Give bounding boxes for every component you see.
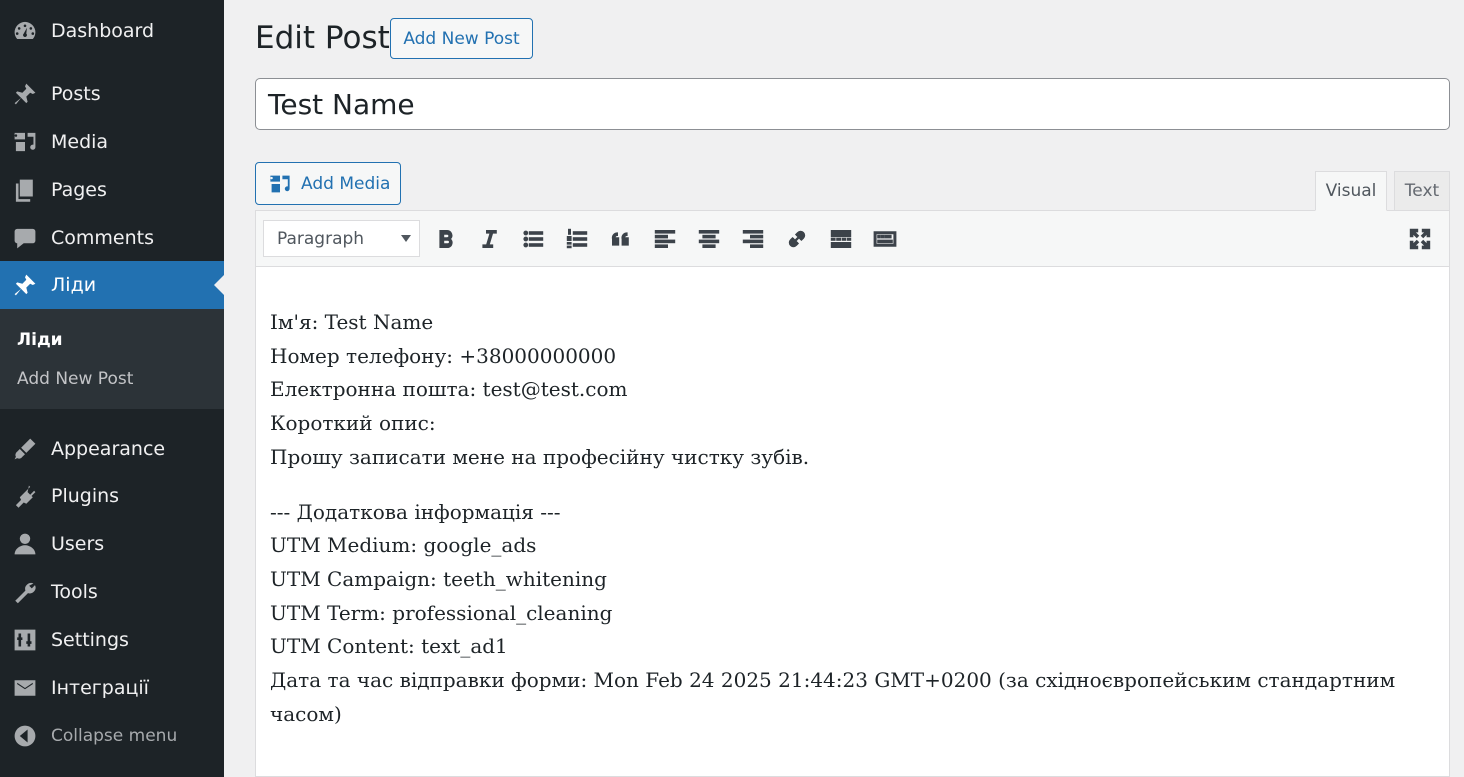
submenu-item-leads[interactable]: Ліди — [17, 330, 63, 350]
sidebar-item-label: Comments — [51, 227, 154, 249]
italic-button[interactable] — [473, 223, 505, 255]
read-more-button[interactable] — [825, 223, 857, 255]
sidebar-item-comments[interactable]: Comments — [0, 214, 224, 262]
tab-text[interactable]: Text — [1394, 171, 1450, 211]
insert-link-button[interactable] — [781, 223, 813, 255]
sidebar-item-plugins[interactable]: Plugins — [0, 472, 224, 520]
brush-icon — [12, 436, 38, 462]
chevron-down-icon — [401, 235, 411, 242]
content-paragraph-utm: --- Додаткова інформація --- UTM Medium:… — [270, 496, 1430, 732]
content-line: Номер телефону: +38000000000 — [270, 343, 617, 368]
sidebar-item-label: Posts — [51, 83, 101, 105]
sidebar-item-tools[interactable]: Tools — [0, 568, 224, 616]
sidebar-item-label: Ліди — [51, 274, 97, 296]
content-line: UTM Term: professional_cleaning — [270, 600, 613, 625]
add-new-post-button[interactable]: Add New Post — [390, 18, 533, 59]
content-line: Ім'я: Test Name — [270, 310, 434, 334]
email-icon — [12, 675, 38, 701]
tab-visual[interactable]: Visual — [1315, 171, 1387, 211]
content-line: Дата та час відправки форми: Mon Feb 24 … — [270, 668, 1396, 693]
media-icon — [12, 129, 38, 155]
align-right-button[interactable] — [737, 223, 769, 255]
align-center-button[interactable] — [693, 223, 725, 255]
settings-icon — [12, 627, 38, 653]
editor-container: Paragraph Ім'я: Test Name Номер телефону… — [255, 210, 1450, 777]
add-media-label: Add Media — [301, 173, 391, 194]
submenu-item-add-new-post[interactable]: Add New Post — [17, 369, 133, 389]
bold-icon — [439, 230, 453, 248]
content-line: часом) — [270, 701, 342, 726]
sidebar-item-label: Users — [51, 533, 105, 555]
wrench-icon — [12, 579, 38, 605]
toolbar-toggle-button[interactable] — [869, 223, 901, 255]
italic-icon — [482, 230, 497, 248]
plugin-icon — [12, 483, 38, 509]
content-line: Короткий опис: — [270, 411, 436, 436]
sidebar-item-posts[interactable]: Posts — [0, 70, 224, 118]
editor-toolbar: Paragraph — [256, 211, 1449, 267]
sidebar-item-label: Plugins — [51, 485, 120, 507]
fullscreen-button[interactable] — [1404, 223, 1436, 255]
bold-button[interactable] — [430, 223, 462, 255]
sidebar-item-settings[interactable]: Settings — [0, 616, 224, 664]
sidebar-item-appearance[interactable]: Appearance — [0, 425, 224, 473]
link-icon — [788, 230, 806, 248]
format-select-value: Paragraph — [277, 228, 365, 249]
content-line: Електронна пошта: test@test.com — [270, 377, 628, 402]
sidebar-item-pages[interactable]: Pages — [0, 166, 224, 214]
align-right-icon — [742, 230, 764, 248]
page-title: Edit Post — [255, 20, 390, 56]
editor-content[interactable]: Ім'я: Test Name Номер телефону: +3800000… — [270, 306, 1430, 731]
align-left-button[interactable] — [649, 223, 681, 255]
sidebar-item-label: Tools — [51, 581, 98, 603]
main-content: Edit Post Add New Post Test Name Add Med… — [224, 0, 1464, 777]
sidebar-item-label: Інтеграції — [51, 677, 149, 699]
media-icon — [270, 175, 290, 192]
pages-icon — [12, 177, 38, 203]
content-line: --- Додаткова інформація --- — [270, 499, 561, 524]
blockquote-button[interactable] — [605, 223, 637, 255]
bulleted-list-button[interactable] — [517, 223, 549, 255]
sidebar-item-media[interactable]: Media — [0, 118, 224, 166]
sidebar-item-users[interactable]: Users — [0, 520, 224, 568]
sidebar-item-dashboard[interactable]: Dashboard — [0, 7, 224, 55]
sidebar-item-integrations[interactable]: Інтеграції — [0, 664, 224, 712]
add-media-button[interactable]: Add Media — [255, 162, 401, 205]
sidebar-item-label: Settings — [51, 629, 129, 651]
sidebar-item-label: Appearance — [51, 438, 166, 460]
numbered-list-button[interactable] — [561, 223, 593, 255]
align-center-icon — [698, 230, 720, 248]
comment-icon — [12, 225, 38, 251]
content-line: UTM Medium: google_ads — [270, 533, 537, 558]
leads-submenu: Ліди Add New Post — [0, 309, 224, 409]
toolbar-toggle-icon — [873, 231, 897, 247]
post-title-input[interactable]: Test Name — [255, 78, 1450, 130]
content-line: UTM Content: text_ad1 — [270, 634, 508, 659]
read-more-icon — [830, 230, 852, 248]
collapse-menu-label: Collapse menu — [51, 726, 178, 746]
collapse-icon — [12, 723, 38, 749]
dashboard-icon — [12, 18, 38, 44]
user-icon — [12, 531, 38, 557]
bulleted-list-icon — [523, 230, 544, 248]
format-select[interactable]: Paragraph — [263, 220, 420, 257]
blockquote-icon — [611, 232, 629, 246]
content-line: Прошу записати мене на професійну чистку… — [270, 444, 810, 469]
content-line: UTM Campaign: teeth_whitening — [270, 566, 607, 591]
sidebar-item-label: Media — [51, 131, 109, 153]
sidebar-item-label: Pages — [51, 179, 107, 201]
sidebar-item-leads[interactable]: Ліди — [0, 261, 224, 309]
numbered-list-icon — [566, 228, 588, 249]
pin-icon — [12, 81, 38, 107]
admin-sidebar: Dashboard Posts Media Pages Comments Лід… — [0, 0, 224, 777]
pin-icon — [12, 272, 38, 298]
sidebar-item-label: Dashboard — [51, 20, 155, 42]
collapse-menu-button[interactable]: Collapse menu — [0, 712, 224, 760]
align-left-icon — [654, 230, 676, 248]
fullscreen-icon — [1409, 228, 1431, 250]
content-paragraph-contact: Ім'я: Test Name Номер телефону: +3800000… — [270, 306, 1430, 475]
